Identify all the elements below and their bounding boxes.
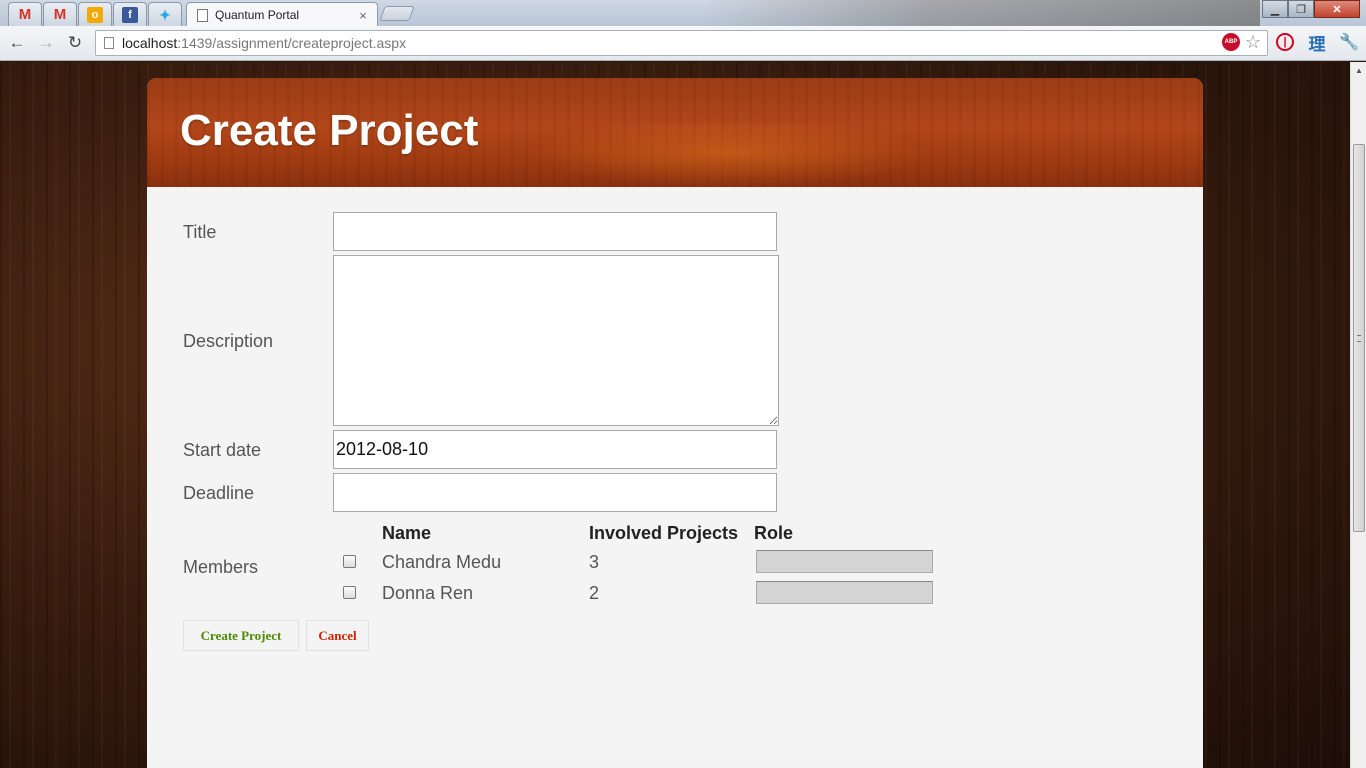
content-panel: Create Project Title Description Start d… [147, 78, 1203, 768]
scroll-up-icon[interactable]: ▲ [1355, 66, 1363, 75]
back-icon[interactable]: ← [5, 32, 29, 54]
member-role-input[interactable] [756, 581, 933, 604]
start-date-label: Start date [183, 440, 262, 460]
tab-quantum-portal[interactable]: Quantum Portal × [186, 2, 378, 27]
member-role-input[interactable] [756, 550, 933, 573]
title-input[interactable] [333, 212, 777, 251]
adblock-icon[interactable]: ABP [1222, 33, 1240, 51]
twitter-icon: ✦ [159, 6, 171, 23]
pinned-tab-app[interactable]: o [78, 2, 112, 26]
page-header: Create Project [147, 78, 1203, 187]
power-icon[interactable]: | [1276, 33, 1294, 51]
title-label: Title [183, 222, 217, 242]
member-name: Chandra Medu [382, 552, 502, 572]
pinned-tab-gmail[interactable]: M [8, 2, 42, 26]
deadline-input[interactable] [333, 473, 777, 512]
scroll-thumb[interactable] [1353, 144, 1365, 532]
column-header-involved-projects: Involved Projects [589, 523, 739, 543]
vertical-scrollbar[interactable]: ▲ [1350, 62, 1366, 768]
gmail-icon: M [53, 5, 67, 23]
description-textarea[interactable] [333, 255, 779, 426]
orange-app-icon: o [87, 6, 103, 23]
close-window-button[interactable]: ✕ [1314, 0, 1360, 18]
page-title: Create Project [180, 106, 479, 155]
page-viewport: Create Project Title Description Start d… [0, 62, 1350, 768]
pinned-tab-gmail-2[interactable]: M [43, 2, 77, 26]
pinned-tab-twitter[interactable]: ✦ [148, 2, 182, 26]
pinned-tab-facebook[interactable]: f [113, 2, 147, 26]
wrench-icon[interactable]: 🔧 [1339, 33, 1359, 51]
forward-icon[interactable]: → [34, 32, 58, 54]
member-checkbox[interactable] [343, 586, 356, 599]
member-name: Donna Ren [382, 583, 474, 603]
deadline-label: Deadline [183, 483, 255, 503]
facebook-icon: f [122, 6, 138, 23]
browser-toolbar: ← → ↻ localhost:1439/assignment/createpr… [0, 26, 1366, 61]
start-date-input[interactable] [333, 430, 777, 469]
page-icon [104, 37, 114, 49]
address-bar[interactable]: localhost:1439/assignment/createproject.… [95, 30, 1268, 56]
cancel-button[interactable]: Cancel [306, 620, 369, 651]
member-involved-projects: 3 [589, 552, 600, 572]
bookmark-star-icon[interactable]: ☆ [1244, 32, 1262, 52]
url-path: :1439/assignment/createproject.aspx [177, 35, 407, 51]
scroll-grip-icon [1357, 335, 1361, 342]
description-label: Description [183, 331, 274, 351]
member-checkbox[interactable] [343, 555, 356, 568]
gmail-icon: M [18, 5, 32, 23]
url-host: localhost [122, 35, 178, 51]
member-involved-projects: 2 [589, 583, 600, 603]
kanji-icon[interactable]: 理 [1308, 33, 1326, 54]
create-project-button[interactable]: Create Project [183, 620, 299, 651]
page-icon [197, 8, 208, 22]
members-label: Members [183, 557, 259, 577]
column-header-name: Name [382, 523, 432, 543]
minimize-button[interactable]: ▁ [1262, 0, 1288, 18]
tab-close-icon[interactable]: × [355, 8, 371, 23]
column-header-role: Role [754, 523, 794, 543]
maximize-button[interactable]: ❐ [1288, 0, 1314, 18]
new-tab-button[interactable] [379, 6, 415, 21]
reload-icon[interactable]: ↻ [63, 32, 87, 54]
tab-title: Quantum Portal [215, 8, 300, 22]
